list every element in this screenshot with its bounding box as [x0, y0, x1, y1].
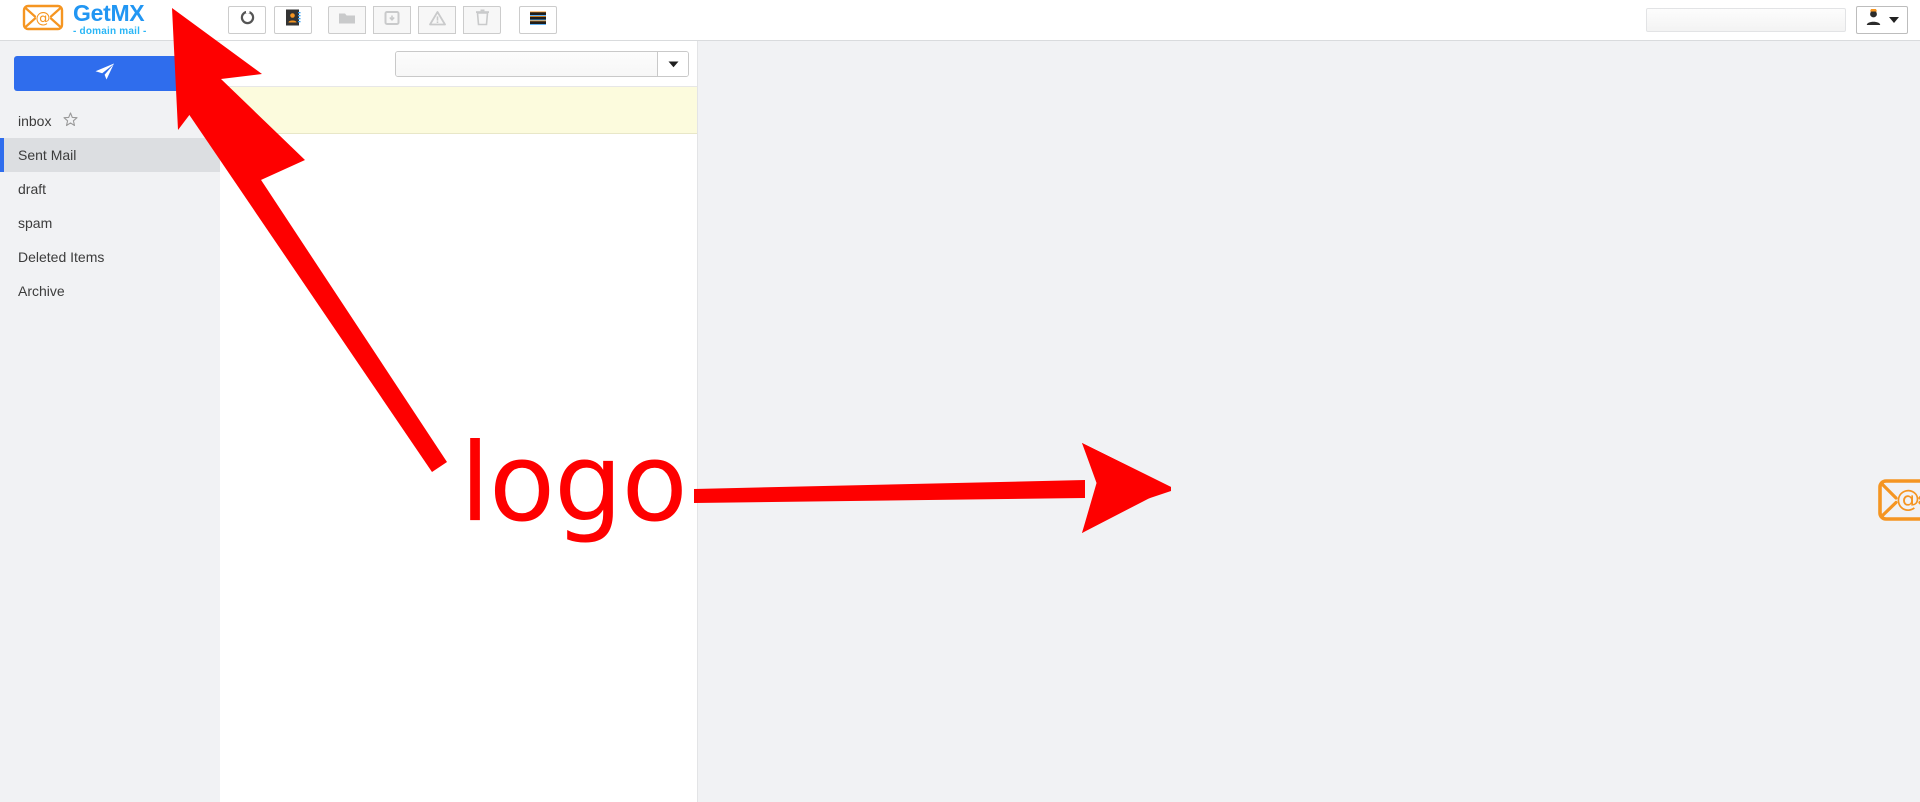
sidebar-item-draft[interactable]: draft — [0, 172, 220, 206]
trash-icon — [475, 9, 490, 31]
chevron-down-icon — [668, 55, 679, 73]
top-bar: @ GetMX - domain mail - — [0, 0, 1920, 41]
brand-name: GetMX — [73, 0, 145, 26]
sidebar-item-label: Sent Mail — [18, 147, 77, 163]
send-paper-plane-icon — [94, 62, 115, 86]
reading-pane-logo: @ GetMX - domain mail - — [1877, 473, 1920, 531]
refresh-icon — [239, 9, 256, 31]
mark-spam-button[interactable] — [418, 6, 456, 34]
topbar-right-group — [1646, 6, 1920, 34]
sidebar-item-spam[interactable]: spam — [0, 206, 220, 240]
sidebar-item-inbox[interactable]: inbox — [0, 104, 220, 138]
compose-button[interactable] — [14, 56, 208, 91]
delete-button[interactable] — [463, 6, 501, 34]
star-icon[interactable] — [63, 112, 79, 130]
header-logo[interactable]: @ GetMX - domain mail - — [0, 0, 220, 41]
message-list-pane — [220, 41, 698, 802]
contacts-icon — [285, 9, 301, 31]
folder-list: inbox Sent Mail draft spam Deleted Items… — [0, 104, 220, 308]
notification-banner[interactable] — [220, 87, 697, 134]
svg-text:@: @ — [36, 9, 51, 27]
message-filter-combobox[interactable] — [395, 50, 689, 77]
sidebar-item-label: Archive — [18, 283, 65, 299]
main-toolbar — [228, 6, 557, 34]
account-menu-button[interactable] — [1856, 6, 1908, 34]
envelope-at-icon: @ — [22, 4, 64, 36]
sidebar-item-label: spam — [18, 215, 53, 231]
brand-text: GetMX - domain mail - — [73, 2, 147, 38]
svg-text:@: @ — [1896, 485, 1920, 513]
refresh-button[interactable] — [228, 6, 266, 34]
search-input[interactable] — [1646, 8, 1846, 32]
filter-dropdown-button[interactable] — [657, 51, 688, 76]
sidebar: inbox Sent Mail draft spam Deleted Items… — [0, 41, 220, 802]
sidebar-item-deleted-items[interactable]: Deleted Items — [0, 240, 220, 274]
user-avatar-icon — [1865, 8, 1882, 31]
message-filter-input[interactable] — [396, 51, 657, 76]
message-list-header — [220, 41, 697, 87]
brand-tagline: - domain mail - — [73, 26, 147, 37]
sidebar-item-label: Deleted Items — [18, 249, 105, 265]
sidebar-item-sent-mail[interactable]: Sent Mail — [0, 138, 220, 172]
folder-icon — [338, 10, 356, 30]
move-to-folder-button[interactable] — [328, 6, 366, 34]
sidebar-item-label: draft — [18, 181, 47, 197]
contacts-button[interactable] — [274, 6, 312, 34]
more-options-button[interactable] — [519, 6, 557, 34]
reading-pane: @ GetMX - domain mail - — [698, 41, 1920, 802]
hamburger-icon — [529, 11, 547, 30]
warning-triangle-icon — [428, 10, 446, 31]
archive-button[interactable] — [373, 6, 411, 34]
chevron-down-icon — [1889, 17, 1899, 23]
envelope-at-icon: @ — [1877, 478, 1920, 527]
sidebar-item-archive[interactable]: Archive — [0, 274, 220, 308]
sidebar-item-label: inbox — [18, 113, 52, 129]
archive-icon — [384, 10, 400, 31]
